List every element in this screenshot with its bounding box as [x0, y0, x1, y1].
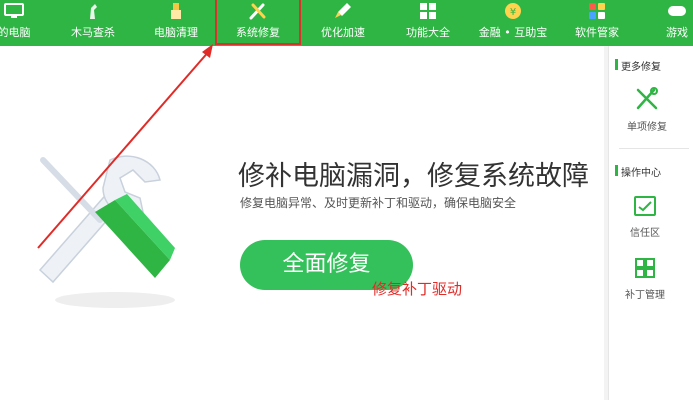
- patch-manage-item[interactable]: 补丁管理: [615, 256, 675, 301]
- trust-zone-icon: [634, 196, 656, 216]
- operation-center-title: 操作中心: [615, 164, 661, 179]
- more-repair-title: 更多修复: [615, 58, 661, 73]
- page-headline: 修补电脑漏洞，修复系统故障: [238, 161, 589, 192]
- sidebar-divider: [619, 148, 689, 149]
- patch-manage-label: 补丁管理: [625, 290, 665, 301]
- tools-icon: [636, 87, 658, 110]
- single-repair-label: 单项修复: [627, 122, 667, 133]
- single-repair-item[interactable]: 单项修复: [617, 86, 677, 133]
- annotation-text: 修复补丁驱动: [372, 280, 463, 298]
- right-sidebar: 更多修复 单项修复 操作中心 信任区 补丁管理: [608, 46, 693, 400]
- trust-zone-item[interactable]: 信任区: [615, 194, 675, 239]
- trust-zone-label: 信任区: [630, 228, 660, 239]
- page-subtitle: 修复电脑异常、及时更新补丁和驱动，确保电脑安全: [240, 196, 517, 210]
- windows-icon: [635, 258, 655, 278]
